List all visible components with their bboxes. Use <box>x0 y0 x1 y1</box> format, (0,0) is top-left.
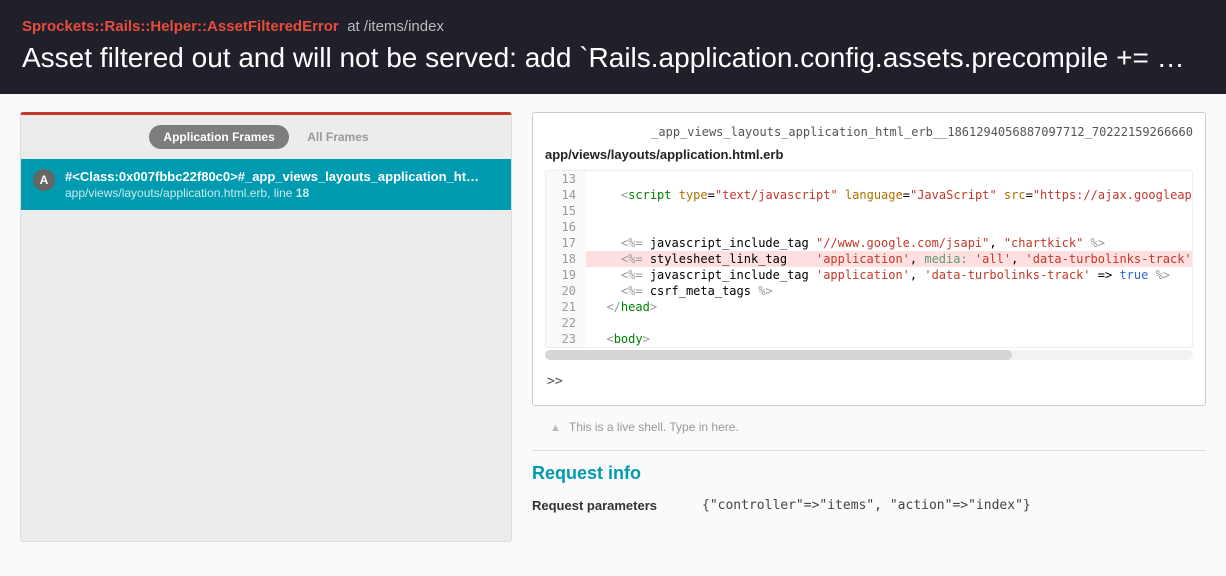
code-line[interactable]: 21 </head> <box>546 299 1192 315</box>
line-number: 15 <box>546 203 586 219</box>
code-view[interactable]: 13 14 <script type="text/javascript" lan… <box>545 170 1193 348</box>
repl-prompt[interactable]: >> <box>545 370 1193 393</box>
warning-icon: ▲ <box>550 422 561 434</box>
error-title: Asset filtered out and will not be serve… <box>22 42 1204 74</box>
divider <box>532 450 1206 451</box>
code-line[interactable]: 23 <body> <box>546 331 1192 347</box>
frame-location: app/views/layouts/application.html.erb, … <box>65 186 479 200</box>
line-content <box>586 219 1192 235</box>
line-content: <script type="text/javascript" language=… <box>586 187 1192 203</box>
line-content: <body> <box>586 331 1192 347</box>
line-number: 20 <box>546 283 586 299</box>
line-number: 17 <box>546 235 586 251</box>
line-number: 13 <box>546 171 586 187</box>
frames-panel: Application Frames All Frames A #<Class:… <box>20 112 512 542</box>
line-content: <%= csrf_meta_tags %> <box>586 283 1192 299</box>
line-number: 19 <box>546 267 586 283</box>
code-line[interactable]: 18 <%= stylesheet_link_tag 'application'… <box>546 251 1192 267</box>
frame-id: _app_views_layouts_application_html_erb_… <box>545 125 1193 139</box>
line-content: <%= stylesheet_link_tag 'application', m… <box>586 251 1192 267</box>
line-content: <%= javascript_include_tag 'application'… <box>586 267 1192 283</box>
line-number: 18 <box>546 251 586 267</box>
code-line[interactable]: 22 <box>546 315 1192 331</box>
line-number: 22 <box>546 315 586 331</box>
frames-tabs: Application Frames All Frames <box>21 115 511 159</box>
line-content <box>586 171 1192 187</box>
line-content <box>586 315 1192 331</box>
error-class: Sprockets::Rails::Helper::AssetFilteredE… <box>22 18 339 35</box>
error-path: at /items/index <box>347 18 444 35</box>
code-line[interactable]: 19 <%= javascript_include_tag 'applicati… <box>546 267 1192 283</box>
code-line[interactable]: 15 <box>546 203 1192 219</box>
horizontal-scrollbar[interactable] <box>545 350 1193 360</box>
line-number: 21 <box>546 299 586 315</box>
code-file-path: app/views/layouts/application.html.erb <box>545 147 1193 162</box>
line-content: </head> <box>586 299 1192 315</box>
stack-frame[interactable]: A #<Class:0x007fbbc22f80c0>#_app_views_l… <box>21 159 511 210</box>
code-line[interactable]: 13 <box>546 171 1192 187</box>
tab-application-frames[interactable]: Application Frames <box>149 125 288 149</box>
line-content <box>586 203 1192 219</box>
request-parameters-label: Request parameters <box>532 498 702 513</box>
tab-all-frames[interactable]: All Frames <box>293 125 382 149</box>
line-number: 23 <box>546 331 586 347</box>
repl-hint: ▲This is a live shell. Type in here. <box>550 420 1206 434</box>
code-line[interactable]: 20 <%= csrf_meta_tags %> <box>546 283 1192 299</box>
request-info-title: Request info <box>532 463 1206 484</box>
code-line[interactable]: 16 <box>546 219 1192 235</box>
frame-badge: A <box>33 169 55 191</box>
request-parameters-row: Request parameters {"controller"=>"items… <box>532 498 1206 513</box>
error-header: Sprockets::Rails::Helper::AssetFilteredE… <box>0 0 1226 94</box>
frame-method: #<Class:0x007fbbc22f80c0>#_app_views_lay… <box>65 169 479 184</box>
line-number: 16 <box>546 219 586 235</box>
line-content: <%= javascript_include_tag "//www.google… <box>586 235 1192 251</box>
code-line[interactable]: 14 <script type="text/javascript" langua… <box>546 187 1192 203</box>
line-number: 14 <box>546 187 586 203</box>
request-parameters-value: {"controller"=>"items", "action"=>"index… <box>702 498 1031 513</box>
error-subhead: Sprockets::Rails::Helper::AssetFilteredE… <box>22 18 1204 36</box>
code-panel: _app_views_layouts_application_html_erb_… <box>532 112 1206 406</box>
code-line[interactable]: 17 <%= javascript_include_tag "//www.goo… <box>546 235 1192 251</box>
